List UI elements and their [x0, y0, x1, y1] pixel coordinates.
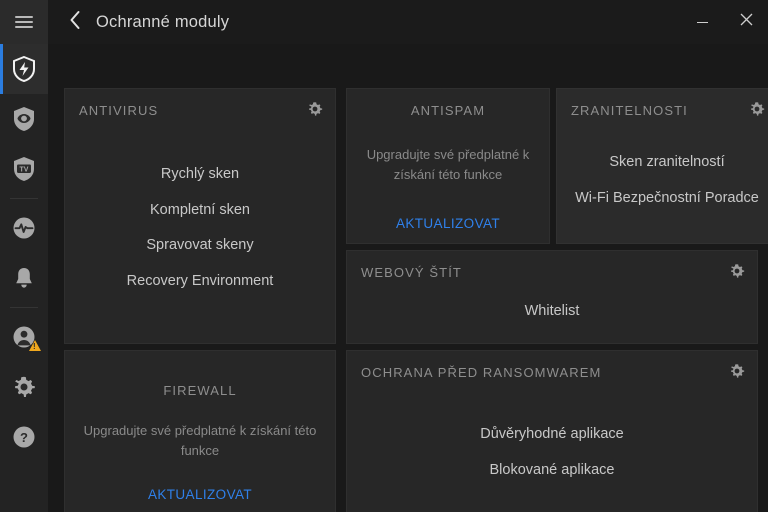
- sidebar-divider: [10, 307, 38, 308]
- sidebar-divider: [10, 198, 38, 199]
- hamburger-menu-icon: [15, 16, 33, 28]
- chevron-left-icon: [69, 10, 81, 35]
- firewall-upgrade-button[interactable]: AKTUALIZOVAT: [148, 487, 252, 502]
- modules-content: ANTIVIRUS Rychlý sken Kompletní sken Spr…: [48, 44, 768, 512]
- sidebar-item-settings[interactable]: [0, 362, 48, 412]
- link-recovery-environment[interactable]: Recovery Environment: [65, 273, 335, 289]
- question-help-icon: ?: [12, 425, 36, 449]
- card-firewall-upsell: Upgradujte své předplatné k získání této…: [65, 421, 335, 461]
- link-quick-scan[interactable]: Rychlý sken: [65, 167, 335, 182]
- back-button[interactable]: [62, 7, 88, 37]
- sidebar-item-performance[interactable]: [0, 203, 48, 253]
- application-window: TV ! ? Ochranné moduly ANTIVIRUS Rychlý …: [0, 0, 768, 512]
- card-antivirus: ANTIVIRUS Rychlý sken Kompletní sken Spr…: [64, 88, 336, 344]
- shield-tv-icon: TV: [12, 156, 36, 182]
- card-vulnerabilities-links: Sken zranitelností Wi-Fi Bezpečnostní Po…: [557, 155, 768, 205]
- sidebar-item-help[interactable]: ?: [0, 412, 48, 462]
- card-antivirus-title: ANTIVIRUS: [79, 103, 159, 118]
- main-area: Ochranné moduly ANTIVIRUS Rychlý sken Ko…: [48, 0, 768, 512]
- card-vulnerabilities: ZRANITELNOSTI Sken zranitelností Wi-Fi B…: [556, 88, 768, 244]
- card-firewall-title: FIREWALL: [163, 383, 237, 398]
- card-antispam-cta-wrap: AKTUALIZOVAT: [347, 215, 549, 233]
- title-bar: Ochranné moduly: [48, 0, 768, 44]
- link-manage-scans[interactable]: Spravovat skeny: [65, 238, 335, 253]
- minimize-button[interactable]: [680, 0, 724, 44]
- sidebar-item-protection-modules[interactable]: [0, 44, 48, 94]
- svg-text:TV: TV: [20, 166, 29, 173]
- card-antispam-title: ANTISPAM: [410, 103, 486, 118]
- card-firewall: FIREWALL Upgradujte své předplatné k zís…: [64, 350, 336, 512]
- link-blocked-applications[interactable]: Blokované aplikace: [347, 462, 757, 478]
- card-web-shield-links: Whitelist: [347, 304, 757, 319]
- warning-triangle-icon: [29, 340, 41, 351]
- card-antivirus-links: Rychlý sken Kompletní sken Spravovat ske…: [65, 167, 335, 288]
- sidebar-item-notifications[interactable]: [0, 253, 48, 303]
- bell-notification-icon: [13, 266, 35, 290]
- antispam-upsell-text: Upgradujte své předplatné k získání této…: [366, 147, 530, 182]
- svg-text:?: ?: [20, 430, 28, 445]
- card-ransomware-links: Důvěryhodné aplikace Blokované aplikace: [347, 427, 757, 477]
- shield-protection-icon: [12, 56, 36, 82]
- gear-icon[interactable]: [749, 101, 765, 117]
- gear-icon[interactable]: [307, 101, 323, 117]
- sidebar-item-privacy[interactable]: [0, 94, 48, 144]
- modules-grid: ANTIVIRUS Rychlý sken Kompletní sken Spr…: [48, 52, 768, 512]
- card-web-shield: WEBOVÝ ŠTÍT Whitelist: [346, 250, 758, 344]
- link-trusted-applications[interactable]: Důvěryhodné aplikace: [347, 427, 757, 442]
- card-antispam: ANTISPAM Upgradujte své předplatné k zís…: [346, 88, 550, 244]
- close-button[interactable]: [724, 0, 768, 44]
- sidebar-item-account[interactable]: [0, 312, 48, 362]
- card-web-shield-title: WEBOVÝ ŠTÍT: [361, 265, 462, 280]
- close-icon: [740, 13, 753, 31]
- activity-pulse-icon: [12, 216, 36, 240]
- hamburger-menu-button[interactable]: [0, 0, 48, 44]
- link-whitelist[interactable]: Whitelist: [347, 304, 757, 319]
- shield-eye-privacy-icon: [12, 106, 36, 132]
- link-full-scan[interactable]: Kompletní sken: [65, 202, 335, 218]
- sidebar-item-tv-protection[interactable]: TV: [0, 144, 48, 194]
- link-wifi-security-advisor[interactable]: Wi-Fi Bezpečnostní Poradce: [557, 190, 768, 206]
- card-vulnerabilities-title: ZRANITELNOSTI: [571, 103, 688, 118]
- card-ransomware-protection: OCHRANA PŘED RANSOMWAREM Důvěryhodné apl…: [346, 350, 758, 512]
- card-firewall-cta-wrap: AKTUALIZOVAT: [65, 486, 335, 504]
- gear-icon[interactable]: [729, 263, 745, 279]
- minimize-icon: [696, 21, 708, 23]
- firewall-upsell-text: Upgradujte své předplatné k získání této…: [83, 423, 317, 458]
- card-ransomware-title: OCHRANA PŘED RANSOMWAREM: [361, 365, 602, 380]
- card-antispam-upsell: Upgradujte své předplatné k získání této…: [347, 145, 549, 185]
- page-title: Ochranné moduly: [96, 12, 230, 31]
- sidebar: TV ! ?: [0, 0, 48, 512]
- gear-icon[interactable]: [729, 363, 745, 379]
- gear-settings-icon: [12, 375, 36, 399]
- window-controls: [680, 0, 768, 44]
- link-vulnerability-scan[interactable]: Sken zranitelností: [557, 155, 768, 170]
- antispam-upgrade-button[interactable]: AKTUALIZOVAT: [396, 216, 500, 231]
